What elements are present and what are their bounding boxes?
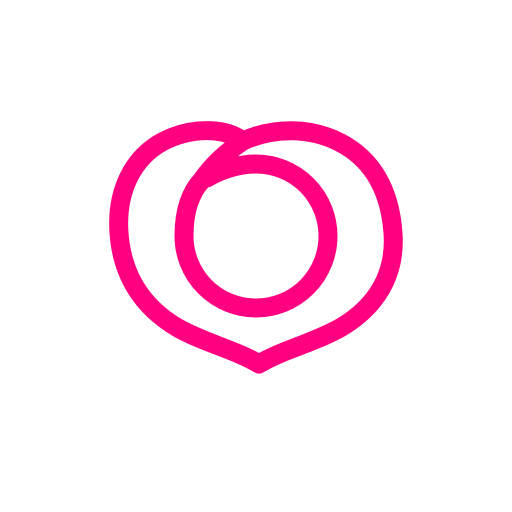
app-icon-canvas (0, 0, 512, 512)
peach-heart-logo-icon (109, 121, 403, 374)
inner-ring-outline (174, 131, 338, 318)
